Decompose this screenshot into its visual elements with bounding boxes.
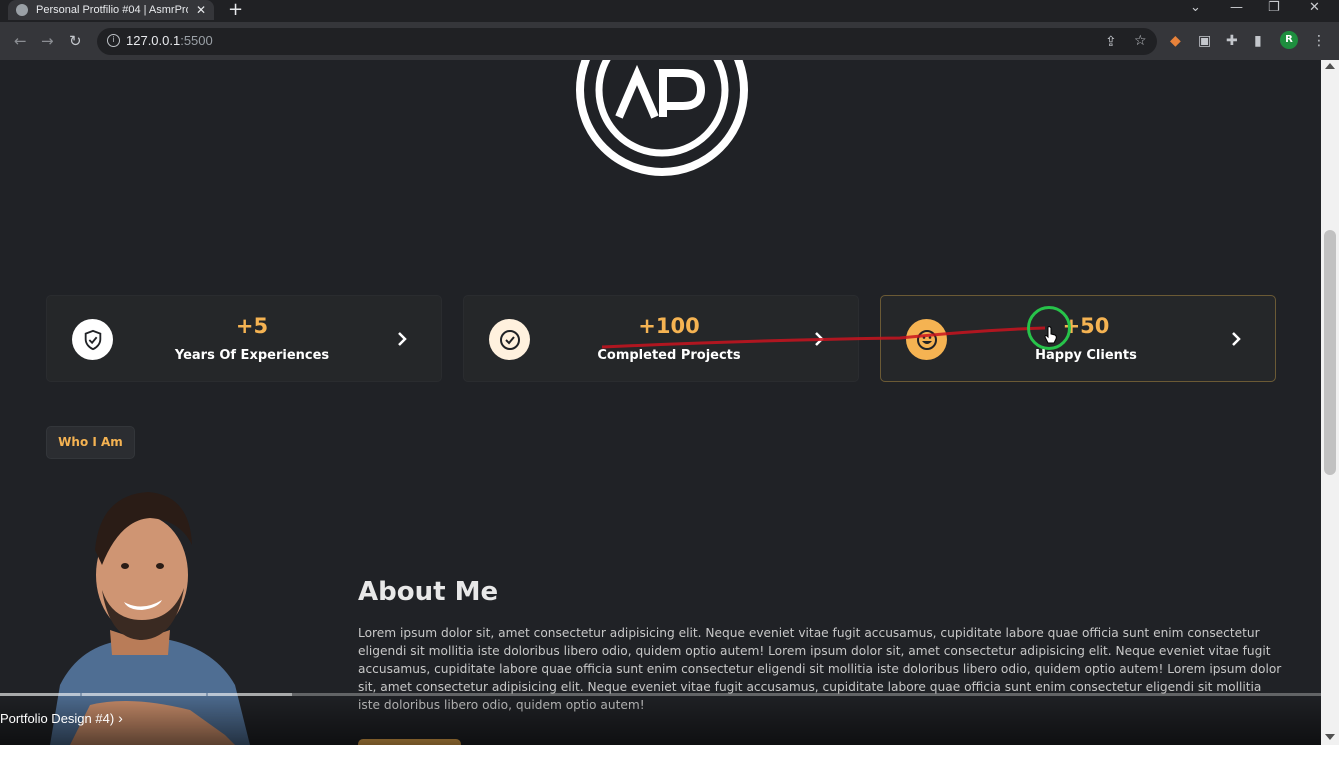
camera-extension-icon[interactable]: ▣ [1198,33,1211,49]
stat-value: +5 [235,314,269,338]
chevron-right-icon: › [118,710,123,726]
chevron-right-icon[interactable] [395,329,409,349]
globe-icon [16,4,28,16]
url-port: :5500 [180,33,213,48]
stat-label: Happy Clients [1035,348,1137,363]
tab-search-button[interactable]: ⌄ [1190,0,1201,16]
minimize-button[interactable]: — [1230,0,1243,16]
video-progress-bar[interactable] [0,693,1321,696]
side-panel-icon[interactable]: ▮ [1254,33,1262,49]
stat-label: Years Of Experiences [174,348,330,363]
browser-toolbar: ← → ↻ i 127.0.0.1:5500 ⇪ ☆ ◆ ▣ ✚ ▮ R ⋮ [0,22,1339,60]
chapter-label: Portfolio Design #4) [0,711,115,726]
url-text[interactable]: 127.0.0.1:5500 [126,33,213,48]
back-arrow-icon[interactable]: ← [14,32,27,50]
tab-close-button[interactable]: ✕ [196,3,206,17]
scroll-up-icon[interactable] [1325,63,1335,69]
browser-tab[interactable]: Personal Protfilio #04 | AsmrPro ✕ [8,0,214,20]
share-icon[interactable]: ⇪ [1105,34,1117,50]
stat-card-experience[interactable]: +5 Years Of Experiences [46,295,442,382]
bookmark-star-icon[interactable]: ☆ [1134,33,1147,49]
tab-strip: Personal Protfilio #04 | AsmrPro ✕ + ⌄ —… [0,0,1339,20]
site-info-icon[interactable]: i [107,34,120,47]
tab-title: Personal Protfilio #04 | AsmrPro [36,4,188,16]
shield-check-icon [72,319,113,360]
check-circle-icon [489,319,530,360]
video-controls-overlay [0,692,1321,745]
browser-window: Personal Protfilio #04 | AsmrPro ✕ + ⌄ —… [0,0,1339,745]
ap-logo [576,60,748,176]
fox-extension-icon[interactable]: ◆ [1170,33,1181,49]
chevron-right-icon[interactable] [812,329,826,349]
who-i-am-badge: Who I Am [46,426,135,459]
about-title: About Me [358,577,499,607]
video-chapter-title[interactable]: Portfolio Design #4) › [0,710,123,726]
stat-value: +100 [638,314,700,338]
close-window-button[interactable]: ✕ [1309,0,1320,16]
restore-button[interactable]: ❐ [1268,0,1280,16]
scrollbar-thumb[interactable] [1324,230,1336,475]
smile-icon [906,319,947,360]
menu-kebab-icon[interactable]: ⋮ [1312,33,1326,49]
puzzle-extensions-icon[interactable]: ✚ [1226,33,1238,49]
stat-card-projects[interactable]: +100 Completed Projects [463,295,859,382]
reload-icon[interactable]: ↻ [69,32,82,50]
scroll-down-icon[interactable] [1325,734,1335,740]
url-host: 127.0.0.1 [126,33,181,48]
page-scrollbar[interactable] [1321,60,1339,745]
forward-arrow-icon[interactable]: → [41,32,54,50]
profile-avatar[interactable]: R [1280,31,1298,49]
address-bar[interactable]: i 127.0.0.1:5500 ⇪ ☆ [97,28,1157,55]
stat-card-clients[interactable]: +50 Happy Clients [880,295,1276,382]
chevron-right-icon[interactable] [1229,329,1243,349]
stat-label: Completed Projects [597,348,741,363]
hand-pointer-icon [1044,326,1057,344]
page-viewport: +5 Years Of Experiences +100 Completed P… [0,60,1321,745]
stat-value: +50 [1062,314,1110,338]
new-tab-button[interactable]: + [228,0,243,20]
